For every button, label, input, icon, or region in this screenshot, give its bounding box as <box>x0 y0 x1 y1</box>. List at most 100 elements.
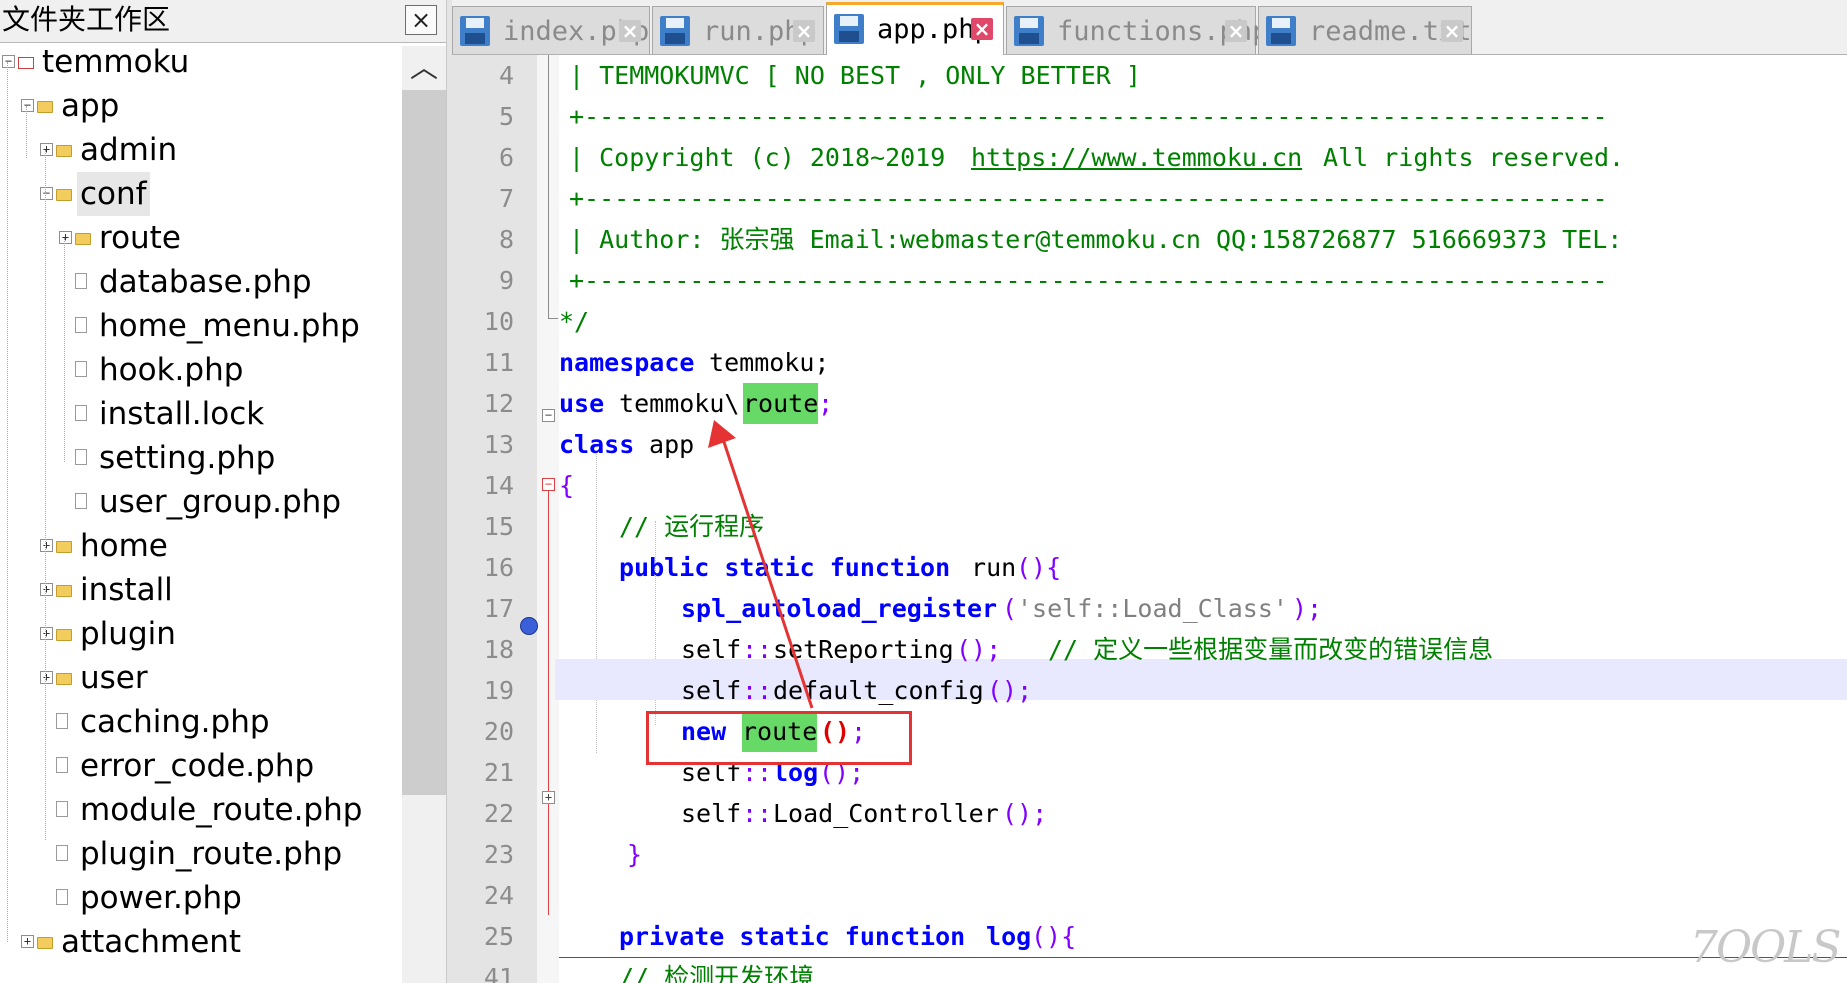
code-text: temmoku\ <box>604 389 740 418</box>
code-comment: // 定义一些根据变量而改变的错误信息 <box>1048 635 1494 664</box>
line-number: 4 <box>498 61 514 90</box>
code-function: spl_autoload_register <box>681 594 998 623</box>
file-icon <box>56 713 68 729</box>
line-number: 8 <box>498 225 514 254</box>
code-text: :: <box>742 676 773 705</box>
scrollbar-thumb[interactable] <box>402 90 446 795</box>
expand-icon[interactable]: + <box>40 671 53 684</box>
code-keyword: public static function <box>619 553 951 582</box>
code-text: setReporting <box>773 635 954 664</box>
line-number: 19 <box>483 676 514 705</box>
line-number: 14 <box>483 471 514 500</box>
close-tab-icon[interactable]: × <box>619 20 641 42</box>
close-tab-icon[interactable]: × <box>793 20 815 42</box>
code-text: run <box>956 553 1017 582</box>
line-number: 41 <box>483 963 514 983</box>
code-comment: // 检测开发环境 <box>619 963 815 983</box>
close-panel-button[interactable]: × <box>405 5 437 35</box>
line-number: 11 <box>483 348 514 377</box>
line-number: 23 <box>483 840 514 869</box>
code-text: self <box>681 676 742 705</box>
code-lines: | TEMMOKUMVC [ NO BEST , ONLY BETTER ] +… <box>452 55 1847 983</box>
expand-icon[interactable]: + <box>40 583 53 596</box>
folder-workspace-panel: 文件夹工作区 × − temmoku − app + admin − conf + route da… <box>0 0 446 983</box>
tree-connector-line <box>45 150 46 840</box>
file-icon <box>75 405 87 421</box>
code-text: +---------------------------------------… <box>569 102 1608 131</box>
tree-item-label: power.php <box>80 880 242 916</box>
code-text: | TEMMOKUMVC [ NO BEST , ONLY BETTER ] <box>569 61 1141 90</box>
tree-item-label: setting.php <box>99 440 276 476</box>
line-number: 16 <box>483 553 514 582</box>
collapse-icon[interactable]: − <box>2 55 15 68</box>
code-text: +---------------------------------------… <box>569 266 1608 295</box>
tab-index-php[interactable]: index.php × <box>452 6 650 54</box>
close-tab-icon[interactable]: × <box>1225 20 1247 42</box>
file-save-icon <box>1014 16 1044 46</box>
code-text: (); <box>987 676 1033 705</box>
folder-icon <box>37 101 53 113</box>
tab-app-php[interactable]: app.php × <box>826 2 1004 57</box>
code-text: temmoku; <box>694 348 830 377</box>
tree-item-label: home_menu.php <box>99 308 360 344</box>
folder-icon <box>56 673 72 685</box>
line-number: 7 <box>498 184 514 213</box>
code-text: (); <box>1002 799 1048 828</box>
file-icon <box>56 889 68 905</box>
file-icon <box>75 449 87 465</box>
scroll-up-icon[interactable]: ︿ <box>402 46 446 90</box>
code-link[interactable]: https://www.temmoku.cn <box>971 137 1302 178</box>
tree-item-label: hook.php <box>99 352 244 388</box>
line-number: 24 <box>483 881 514 910</box>
tree-item-label: plugin_route.php <box>80 836 343 872</box>
code-keyword: namespace <box>559 348 695 377</box>
tab-run-php[interactable]: run.php × <box>652 6 824 54</box>
file-tree: − temmoku − app + admin − conf + route database.ph… <box>0 46 402 983</box>
expand-icon[interactable]: + <box>59 231 72 244</box>
code-text: | Author: 张宗强 Email:webmaster@temmoku.cn… <box>569 225 1623 254</box>
code-keyword: private static function <box>619 922 966 951</box>
code-text: (){ <box>1016 553 1062 582</box>
line-number: 22 <box>483 799 514 828</box>
line-number: 18 <box>483 635 514 664</box>
tree-item-label: error_code.php <box>80 748 315 784</box>
line-number: 20 <box>483 717 514 746</box>
line-number: 5 <box>498 102 514 131</box>
code-text: app <box>634 430 695 459</box>
close-tab-icon[interactable]: × <box>971 18 993 40</box>
line-number: 25 <box>483 922 514 951</box>
expand-icon[interactable]: + <box>40 627 53 640</box>
tree-connector-line <box>64 238 65 462</box>
folder-icon <box>56 541 72 553</box>
line-number: 9 <box>498 266 514 295</box>
expand-icon[interactable]: + <box>40 539 53 552</box>
collapse-icon[interactable]: − <box>21 99 34 112</box>
code-text: self <box>681 799 742 828</box>
tree-item-label: database.php <box>99 264 312 300</box>
code-text: (); <box>956 635 1002 664</box>
panel-title: 文件夹工作区 <box>2 3 171 36</box>
fold-collapsed-line <box>559 957 1847 958</box>
tree-item-label: home <box>80 528 168 564</box>
tree-item-label: temmoku <box>42 46 190 80</box>
close-tab-icon[interactable]: × <box>1441 20 1463 42</box>
expand-icon[interactable]: + <box>21 935 34 948</box>
code-text: default_config <box>773 676 984 705</box>
code-text: ; <box>818 389 834 418</box>
tree-scrollbar[interactable]: ︿ <box>402 46 446 983</box>
tab-readme-txt[interactable]: readme.txt × <box>1258 6 1472 54</box>
file-icon <box>75 361 87 377</box>
code-string: 'self::Load_Class' <box>1017 594 1288 623</box>
tab-functions-php[interactable]: functions.php × <box>1006 6 1268 54</box>
tree-item-label: plugin <box>80 616 176 652</box>
tree-item-label: caching.php <box>80 704 270 740</box>
expand-icon[interactable]: + <box>40 143 53 156</box>
code-text: self <box>681 635 742 664</box>
annotation-highlight-box <box>646 711 912 765</box>
collapse-icon[interactable]: − <box>40 187 53 200</box>
file-icon <box>56 845 68 861</box>
code-keyword: use <box>559 389 605 418</box>
tools-watermark-logo: 7OOLS <box>1690 922 1841 973</box>
panel-header: 文件夹工作区 × <box>0 0 446 43</box>
folder-icon <box>56 629 72 641</box>
